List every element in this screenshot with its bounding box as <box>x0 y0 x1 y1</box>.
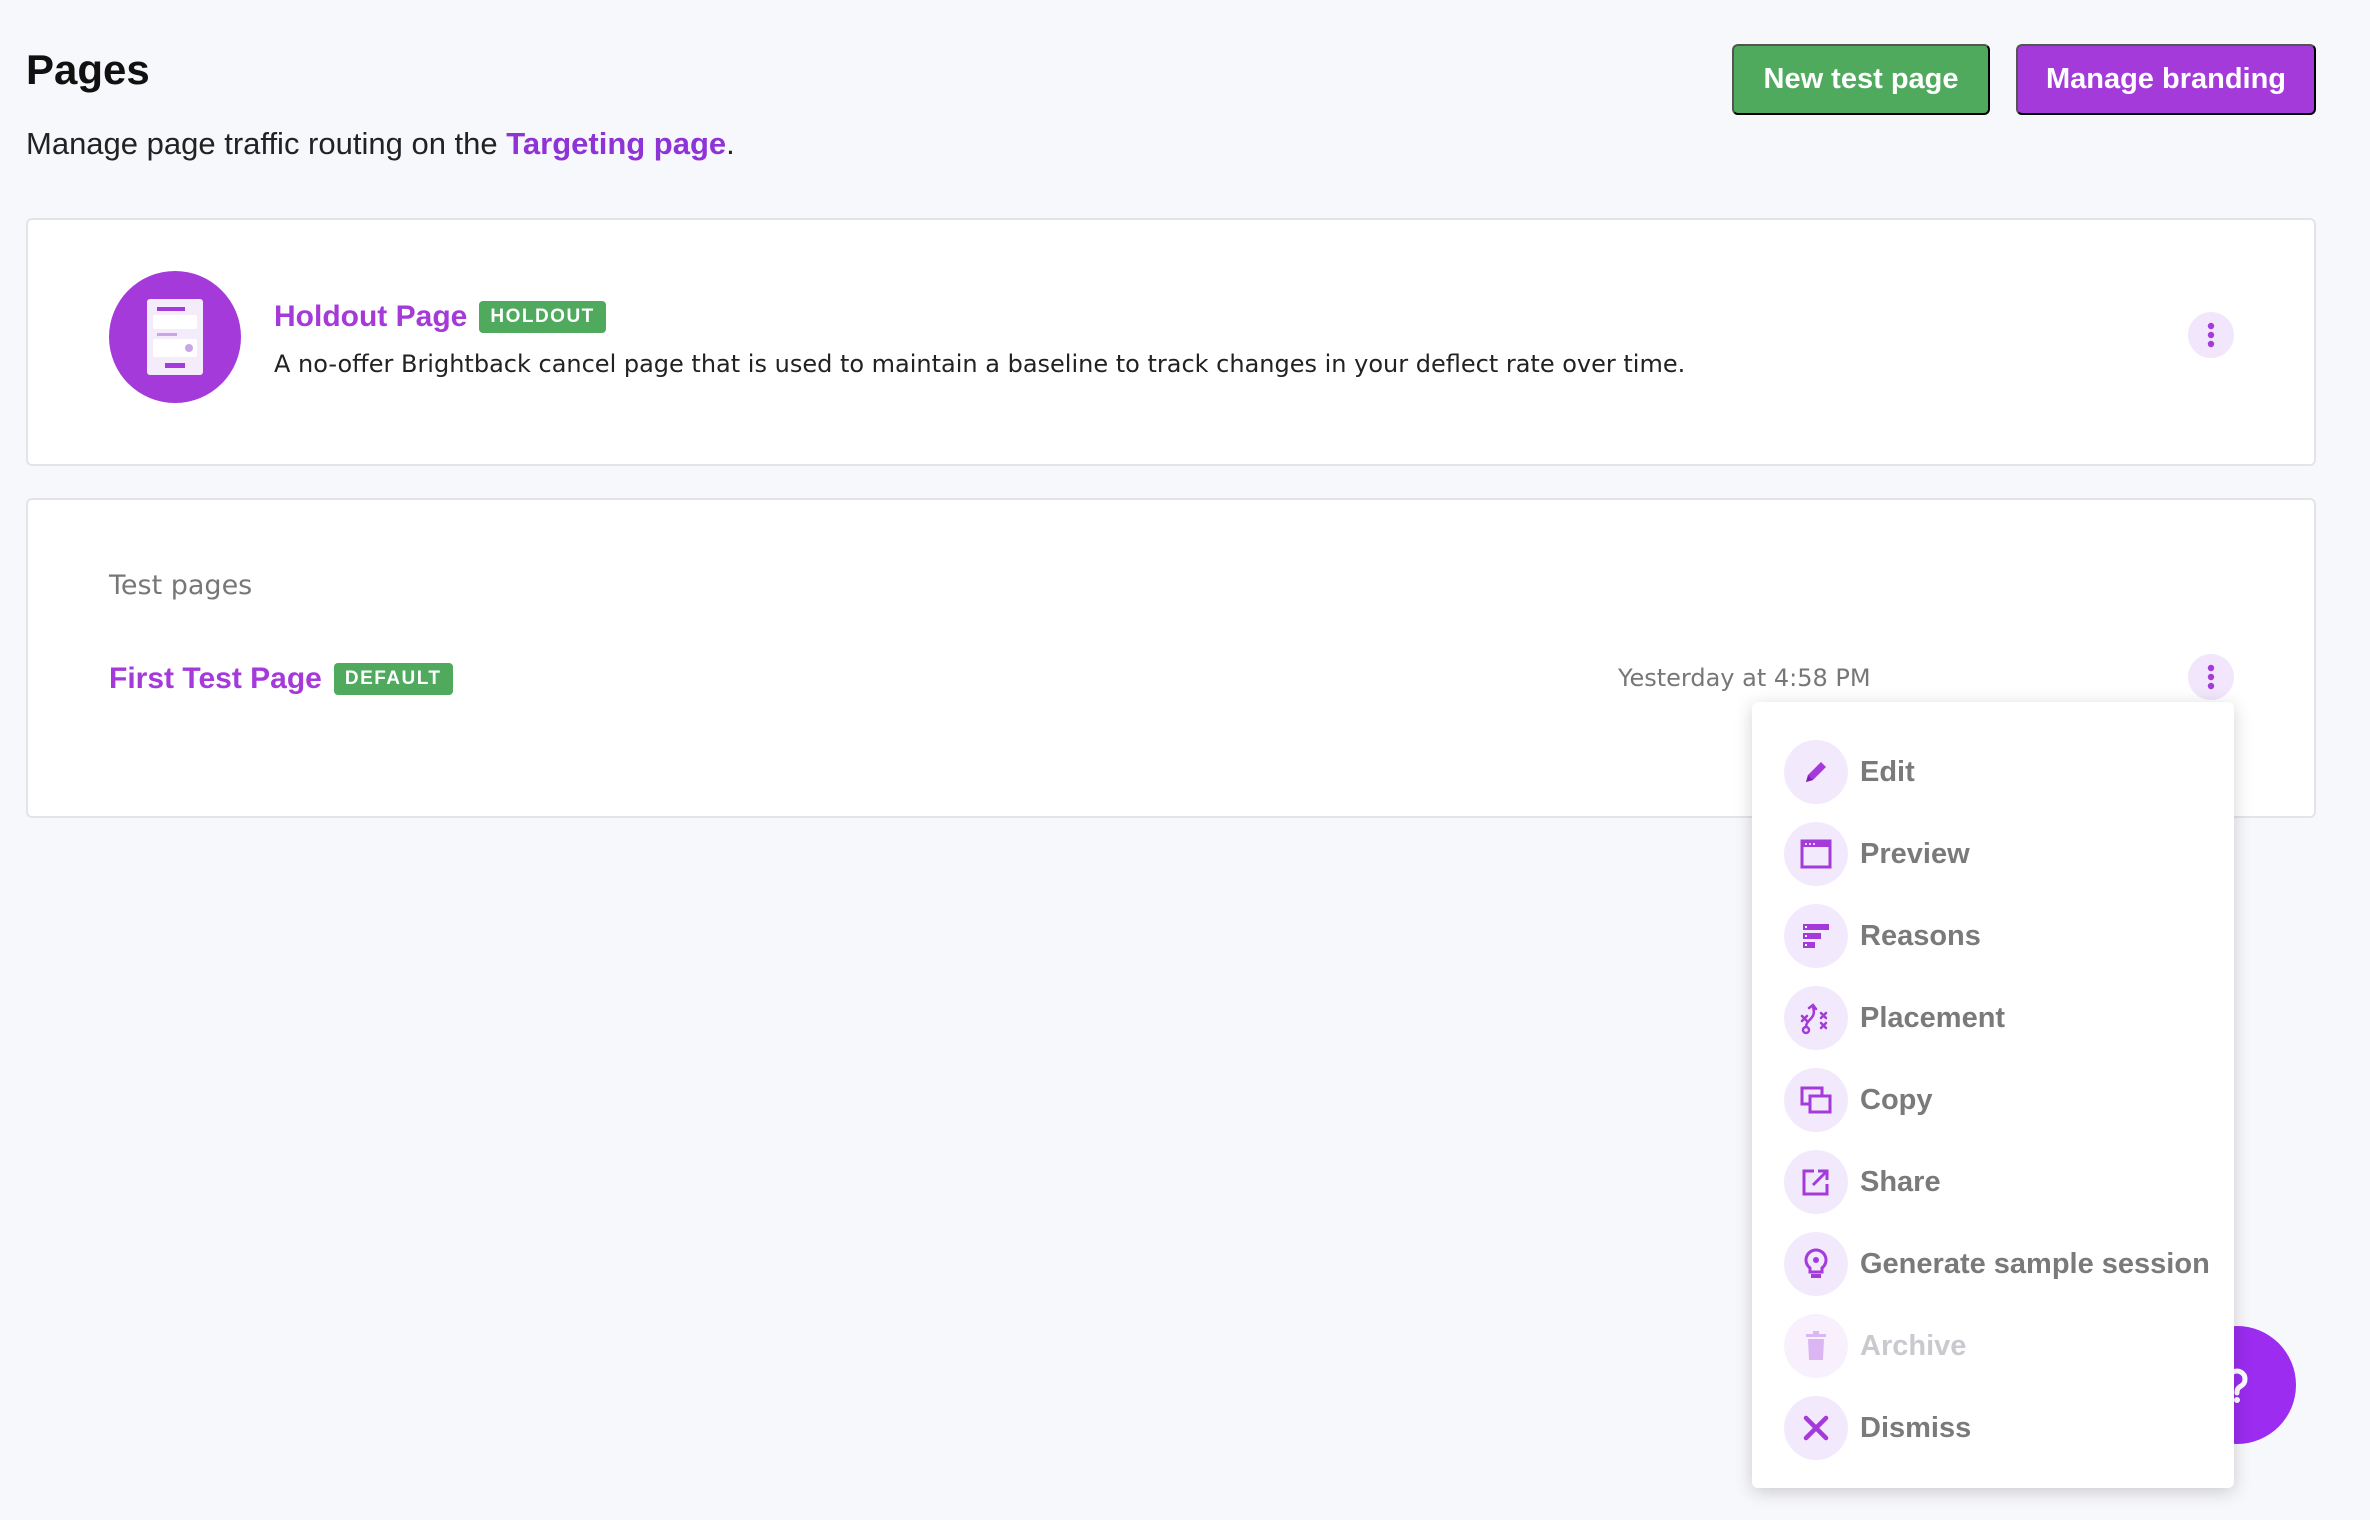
subtitle-text: Manage page traffic routing on the <box>26 126 507 161</box>
menu-item-copy[interactable]: Copy <box>1752 1059 2234 1141</box>
menu-item-label: Placement <box>1860 1001 2006 1034</box>
copy-icon <box>1784 1068 1848 1132</box>
menu-item-generate-sample-session[interactable]: Generate sample session <box>1752 1223 2234 1305</box>
holdout-card: Holdout Page HOLDOUT A no-offer Brightba… <box>26 218 2316 466</box>
menu-item-label: Edit <box>1860 755 1915 788</box>
default-badge: DEFAULT <box>333 663 453 695</box>
holdout-description: A no-offer Brightback cancel page that i… <box>274 350 1686 378</box>
close-icon <box>1784 1396 1848 1460</box>
strategy-icon <box>1784 986 1848 1050</box>
kebab-icon <box>2207 322 2215 348</box>
menu-item-label: Reasons <box>1860 919 1981 952</box>
menu-item-dismiss[interactable]: Dismiss <box>1752 1387 2234 1469</box>
menu-item-label: Share <box>1860 1165 1941 1198</box>
page-title: Pages <box>26 46 150 93</box>
page-subtitle: Manage page traffic routing on the Targe… <box>26 126 735 162</box>
holdout-title-row: Holdout Page HOLDOUT <box>274 300 606 334</box>
list-bars-icon <box>1784 904 1848 968</box>
menu-item-archive: Archive <box>1752 1305 2234 1387</box>
test-page-row: First Test Page DEFAULT <box>109 662 453 696</box>
page-actions-menu: Edit Preview Reasons Placement Copy Shar… <box>1752 702 2234 1488</box>
share-icon <box>1784 1150 1848 1214</box>
trash-icon <box>1784 1314 1848 1378</box>
browser-window-icon <box>1784 822 1848 886</box>
menu-item-label: Generate sample session <box>1860 1247 2210 1280</box>
pencil-icon <box>1784 740 1848 804</box>
menu-item-label: Dismiss <box>1860 1411 1972 1444</box>
menu-item-share[interactable]: Share <box>1752 1141 2234 1223</box>
lightbulb-icon <box>1784 1232 1848 1296</box>
holdout-badge: HOLDOUT <box>479 301 606 333</box>
manage-branding-button[interactable]: Manage branding <box>2016 44 2316 115</box>
test-page-timestamp: Yesterday at 4:58 PM <box>1618 664 1871 692</box>
subtitle-suffix: . <box>726 126 735 161</box>
targeting-page-link[interactable]: Targeting page <box>506 126 726 161</box>
menu-item-label: Copy <box>1860 1083 1933 1116</box>
menu-item-preview[interactable]: Preview <box>1752 813 2234 895</box>
test-page-more-options-button[interactable] <box>2188 654 2234 700</box>
menu-item-label: Preview <box>1860 837 1970 870</box>
first-test-page-link[interactable]: First Test Page <box>109 662 322 696</box>
test-pages-section-label: Test pages <box>109 570 253 601</box>
holdout-page-link[interactable]: Holdout Page <box>274 300 467 334</box>
new-test-page-button[interactable]: New test page <box>1732 44 1990 115</box>
page-preview-icon <box>109 271 241 403</box>
menu-item-reasons[interactable]: Reasons <box>1752 895 2234 977</box>
menu-item-label: Archive <box>1860 1329 1967 1362</box>
menu-item-edit[interactable]: Edit <box>1752 731 2234 813</box>
kebab-icon <box>2207 664 2215 690</box>
menu-item-placement[interactable]: Placement <box>1752 977 2234 1059</box>
holdout-more-options-button[interactable] <box>2188 312 2234 358</box>
